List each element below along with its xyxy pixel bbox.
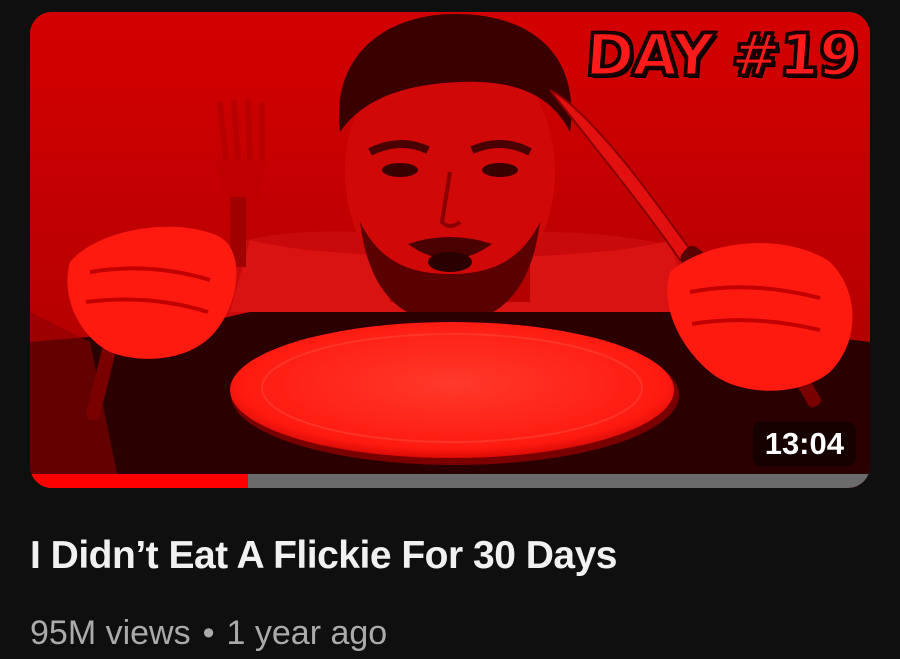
video-card[interactable]: DAY #19 13:04 I Didn’t Eat A Flickie For… (0, 0, 900, 659)
watch-progress-bar (30, 474, 870, 488)
video-thumbnail[interactable]: DAY #19 13:04 (30, 12, 870, 488)
meta-separator: • (202, 614, 215, 652)
day-badge: DAY #19 (582, 20, 862, 91)
plate-icon (230, 322, 679, 465)
video-title[interactable]: I Didn’t Eat A Flickie For 30 Days (30, 534, 870, 578)
watch-progress-fill (30, 474, 249, 488)
duration-badge: 13:04 (752, 422, 856, 466)
view-count: 95M views (30, 614, 191, 652)
upload-age: 1 year ago (226, 614, 388, 652)
video-meta: 95M views • 1 year ago (30, 614, 387, 653)
